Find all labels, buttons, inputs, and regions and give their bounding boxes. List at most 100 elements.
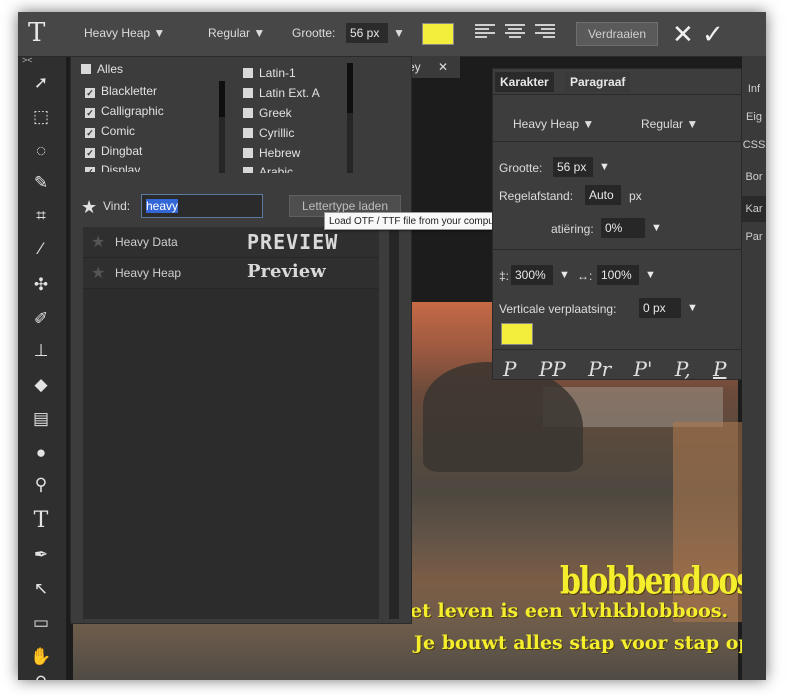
scrollbar-thumb[interactable] — [219, 81, 225, 117]
zoom-tool-icon[interactable]: ⚲ — [26, 669, 56, 680]
dock-paragraph[interactable]: Par — [742, 224, 766, 250]
charset-item[interactable]: Hebrew — [243, 145, 300, 161]
move-tool-icon[interactable]: ➚ — [26, 69, 56, 97]
document-tab[interactable]: ey ✕ — [408, 56, 460, 78]
leading-label: Regelafstand: — [499, 189, 574, 203]
align-left-icon[interactable] — [475, 24, 495, 42]
font-picker-dialog: Alles ✓ Blackletter ✓ Calligraphic ✓ Comic … — [70, 56, 412, 624]
magic-wand-icon[interactable]: ✎ — [26, 169, 56, 197]
panel-font-family-dropdown[interactable]: Heavy Heap ▼ — [513, 117, 594, 131]
type-tool-icon[interactable]: T — [26, 507, 56, 535]
charset-label: Latin-1 — [259, 66, 296, 80]
clone-stamp-icon[interactable]: ⊥ — [26, 337, 56, 365]
style-italic-button[interactable]: P — [503, 357, 516, 381]
leading-input[interactable]: Auto — [585, 185, 621, 205]
star-icon[interactable]: ★ — [91, 232, 105, 252]
align-right-icon[interactable] — [535, 24, 555, 42]
favorite-star-icon[interactable]: ★ — [81, 197, 97, 218]
cancel-icon[interactable]: ✕ — [672, 19, 694, 50]
horizontal-scale-arrow[interactable]: ▼ — [645, 269, 656, 281]
collapse-toolbar-icon[interactable]: >< — [22, 55, 33, 65]
style-superscript-button[interactable]: P' — [634, 357, 653, 381]
charset-label: Cyrillic — [259, 126, 295, 140]
close-tab-icon[interactable]: ✕ — [438, 56, 448, 78]
text-style-buttons: P PP Pr P' P, P P — [503, 357, 766, 381]
category-item[interactable]: ✓ Calligraphic — [85, 103, 164, 119]
category-label: Display — [101, 163, 141, 172]
panel-size-input[interactable]: 56 px — [553, 157, 593, 177]
category-scrollbar[interactable] — [219, 81, 225, 173]
baseline-shift-input[interactable]: 0 px — [639, 298, 681, 318]
style-underline-button[interactable]: P — [713, 357, 726, 381]
lasso-tool-icon[interactable]: ◌ — [26, 137, 56, 165]
panel-color-swatch[interactable] — [501, 323, 533, 345]
charset-label: Hebrew — [259, 146, 301, 160]
crop-tool-icon[interactable]: ⌗ — [26, 202, 56, 230]
options-bar: T Heavy Heap ▼ Regular ▼ Grootte: 56 px … — [18, 12, 766, 57]
gradient-tool-icon[interactable]: ▤ — [26, 405, 56, 433]
shape-tool-icon[interactable]: ▭ — [26, 609, 56, 637]
canvas-text-line2[interactable]: et leven is een vlvhkblobboos. — [410, 600, 728, 622]
checkbox-icon — [243, 68, 253, 78]
font-list-scrollbar[interactable] — [389, 227, 399, 619]
star-icon[interactable]: ★ — [91, 263, 105, 283]
charset-label: Greek — [259, 106, 292, 120]
style-small-caps-button[interactable]: PP — [539, 357, 566, 381]
horizontal-scale-input[interactable]: 100% — [597, 265, 639, 285]
category-item[interactable]: ✓ Dingbat — [85, 143, 142, 159]
dodge-tool-icon[interactable]: ⚲ — [26, 471, 56, 499]
dock-css[interactable]: CSS — [742, 132, 766, 158]
eraser-tool-icon[interactable]: ◆ — [26, 371, 56, 399]
charset-item[interactable]: Arabic — [243, 164, 293, 173]
brush-tool-icon[interactable]: ✐ — [26, 305, 56, 333]
canvas-text-line1[interactable]: blobbendoos — [560, 560, 753, 604]
baseline-shift-arrow[interactable]: ▼ — [687, 302, 698, 314]
category-label: Calligraphic — [101, 104, 164, 118]
blur-tool-icon[interactable]: ● — [26, 439, 56, 467]
pen-tool-icon[interactable]: ✒ — [26, 541, 56, 569]
category-item[interactable]: ✓ Blackletter — [85, 83, 157, 99]
dock-character[interactable]: Kar — [742, 196, 766, 222]
text-color-swatch[interactable] — [422, 23, 454, 45]
category-item[interactable]: ✓ Comic — [85, 123, 135, 139]
find-input[interactable]: heavy — [141, 194, 263, 218]
charset-item[interactable]: Latin Ext. A — [243, 85, 320, 101]
tab-character[interactable]: Karakter — [495, 72, 554, 92]
scrollbar-thumb[interactable] — [347, 63, 353, 113]
size-dropdown-arrow[interactable]: ▼ — [393, 26, 405, 40]
style-subscript-button[interactable]: P, — [675, 357, 691, 381]
category-item[interactable]: ✓ Display — [85, 162, 140, 172]
charset-item[interactable]: Greek — [243, 105, 292, 121]
vertical-scale-arrow[interactable]: ▼ — [559, 269, 570, 281]
dock-brush[interactable]: Bor — [742, 164, 766, 190]
font-family-dropdown[interactable]: Heavy Heap ▼ — [84, 26, 165, 40]
tracking-input[interactable]: 0% — [601, 218, 645, 238]
align-center-icon[interactable] — [505, 24, 525, 42]
healing-brush-icon[interactable]: ✣ — [26, 271, 56, 299]
path-select-icon[interactable]: ↖ — [26, 575, 56, 603]
category-all-label: Alles — [97, 62, 124, 76]
font-list-item[interactable]: ★ Heavy Data PREVIEW — [83, 227, 379, 258]
vertical-scale-input[interactable]: 300% — [511, 265, 553, 285]
size-dropdown-arrow[interactable]: ▼ — [599, 161, 610, 173]
style-caps-button[interactable]: Pr — [588, 357, 611, 381]
font-list-item[interactable]: ★ Heavy Heap Preview — [83, 258, 379, 289]
rotate-button[interactable]: Verdraaien — [576, 22, 658, 46]
confirm-icon[interactable]: ✓ — [702, 19, 724, 50]
marquee-tool-icon[interactable]: ⬚ — [26, 103, 56, 131]
hand-tool-icon[interactable]: ✋ — [26, 643, 56, 671]
font-style-dropdown[interactable]: Regular ▼ — [208, 26, 265, 40]
dock-info[interactable]: Inf — [742, 76, 766, 102]
size-input[interactable]: 56 px — [346, 23, 388, 43]
tracking-dropdown-arrow[interactable]: ▼ — [651, 222, 662, 234]
tab-paragraph[interactable]: Paragraaf — [565, 72, 631, 92]
eyedropper-tool-icon[interactable]: ⁄ — [26, 235, 56, 263]
charset-item[interactable]: Cyrillic — [243, 125, 294, 141]
right-panel-dock: Inf Eig CSS Bor Kar Par — [742, 56, 766, 680]
charset-item[interactable]: Latin-1 — [243, 65, 296, 81]
panel-font-style-dropdown[interactable]: Regular ▼ — [641, 117, 698, 131]
canvas-text-line3[interactable]: Je bouwt alles stap voor stap op — [414, 632, 752, 654]
category-all[interactable]: Alles — [81, 61, 123, 77]
dock-properties[interactable]: Eig — [742, 104, 766, 130]
charset-scrollbar[interactable] — [347, 63, 353, 173]
